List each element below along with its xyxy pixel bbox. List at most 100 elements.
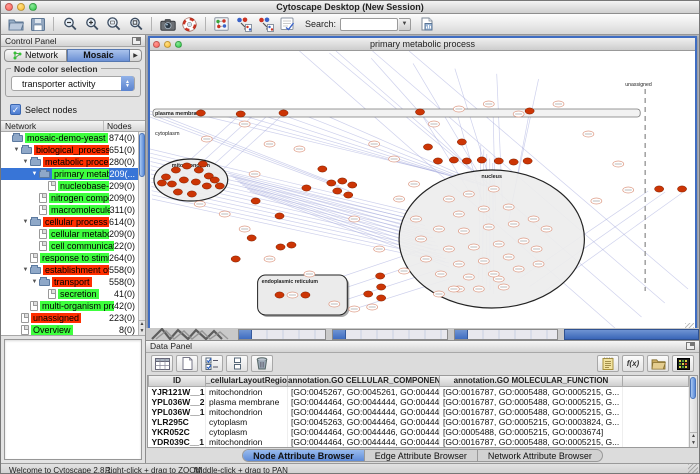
background-window[interactable]: [332, 329, 448, 340]
search-dropdown-button[interactable]: ▼: [399, 18, 411, 31]
tree-item-cellular-metabo[interactable]: cellular metabo209(0): [1, 228, 138, 240]
cell[interactable]: [GO:0016787, GO:0005488, GO:0005215, G..…: [440, 387, 623, 398]
node-attribute-table[interactable]: ID_cellularLayoutRegionannotation.GO CEL…: [148, 376, 689, 448]
column-header-cellularlayoutregion[interactable]: _cellularLayoutRegion: [206, 376, 288, 387]
expand-arrow-icon[interactable]: ▼: [21, 159, 30, 165]
table-scrollbar[interactable]: ▲▼: [689, 376, 697, 448]
attribute-modifier-button[interactable]: [226, 355, 248, 372]
expand-arrow-icon[interactable]: ▼: [21, 219, 30, 225]
background-window-art[interactable]: [150, 328, 240, 340]
table-scrollbar-arrows[interactable]: ▲▼: [690, 432, 697, 447]
tree-item-response-to-stimulu[interactable]: response to stimulu264(0): [1, 252, 138, 264]
tree-item-multi-organism-pro[interactable]: multi-organism pro42(0): [1, 300, 138, 312]
tree-item-biological-process[interactable]: ▼biological_process651(0): [1, 144, 138, 156]
cell[interactable]: [623, 397, 689, 407]
cell[interactable]: [GO:0016787, GO:0005488, GO:0005215, G..…: [440, 407, 623, 417]
network-overview-button[interactable]: [211, 15, 232, 33]
tree-item-metabolic-process[interactable]: ▼metabolic process280(0): [1, 156, 138, 168]
heatmap-button[interactable]: [672, 355, 694, 372]
tree-item-secretion[interactable]: secretion41(0): [1, 288, 138, 300]
unselect-all-attributes-button[interactable]: [176, 355, 198, 372]
tree-item-mosaic-demo-yeast[interactable]: mosaic-demo-yeast874(0): [1, 132, 138, 144]
zoom-selected-button[interactable]: [125, 15, 146, 33]
cell[interactable]: mitochondrion: [206, 387, 288, 398]
node-color-dropdown[interactable]: transporter activity ▲▼: [11, 76, 135, 91]
import-attributes-button[interactable]: [647, 355, 669, 372]
tab-mosaic[interactable]: Mosaic: [67, 49, 130, 62]
cell[interactable]: [GO:0005488, GO:0005215, GO:0003674]: [440, 427, 623, 437]
background-window[interactable]: [454, 329, 558, 340]
tree-header-network[interactable]: Network: [1, 121, 103, 131]
cell[interactable]: YPL036W__1: [149, 407, 206, 417]
column-header-annotation-go-molecular-function[interactable]: annotation.GO MOLECULAR_FUNCTION: [440, 376, 623, 387]
tree-item-nitrogen-compo[interactable]: nitrogen compo209(0): [1, 192, 138, 204]
search-input[interactable]: [340, 18, 398, 31]
cell[interactable]: [GO:0044464, GO:0044444, GO:0044425, G..…: [288, 437, 440, 447]
table-row-ylr295c[interactable]: YLR295Ccytoplasm[GO:0045263, GO:0044464,…: [149, 417, 689, 427]
expand-arrow-icon[interactable]: ▼: [21, 267, 30, 273]
cell[interactable]: mitochondrion: [206, 407, 288, 417]
network-view-window[interactable]: primary metabolic process plasma membran…: [148, 36, 697, 336]
resize-grip-icon[interactable]: [688, 464, 698, 474]
cell[interactable]: [GO:0044464, GO:0044444, GO:0044425, G..…: [288, 407, 440, 417]
select-first-neighbors-button[interactable]: [233, 15, 254, 33]
zoom-in-button[interactable]: [81, 15, 102, 33]
tree-scrollbar[interactable]: ▲▼: [138, 132, 145, 335]
tree-item-establishment-of-lo[interactable]: ▼establishment of lo558(0): [1, 264, 138, 276]
cell[interactable]: [GO:0016787, GO:0005488, GO:0005215, G..…: [440, 437, 623, 447]
network-graph[interactable]: plasma membranecytoplasmmitochondrionnuc…: [150, 51, 695, 333]
cell[interactable]: [GO:0045267, GO:0045261, GO:0044464, G..…: [288, 387, 440, 398]
column-header-id[interactable]: ID: [149, 376, 206, 387]
float-panel-icon[interactable]: [132, 37, 141, 45]
tree-scrollbar-arrows[interactable]: ▲▼: [139, 320, 145, 335]
tab-network-attribute-browser[interactable]: Network Attribute Browser: [478, 450, 602, 461]
cell[interactable]: YJR121W__1: [149, 387, 206, 398]
table-row-ypl036w-1[interactable]: YPL036W__1mitochondrion[GO:0044464, GO:0…: [149, 407, 689, 417]
expand-arrow-icon[interactable]: ▼: [12, 147, 21, 153]
cell[interactable]: plasma membrane: [206, 397, 288, 407]
cell[interactable]: [GO:0044464, GO:0044446, GO:0044444, G..…: [288, 427, 440, 437]
snapshot-button[interactable]: [157, 15, 178, 33]
cell[interactable]: YDR039C__1: [149, 437, 206, 447]
float-panel-icon[interactable]: [686, 342, 695, 350]
cell[interactable]: [623, 407, 689, 417]
tree-item-overview[interactable]: Overview8(0): [1, 324, 138, 336]
cell[interactable]: YKR052C: [149, 427, 206, 437]
function-builder-button[interactable]: f(x): [622, 355, 644, 372]
cell[interactable]: [623, 387, 689, 398]
cell[interactable]: [GO:0016787, GO:0005488, GO:0005215, G..…: [440, 397, 623, 407]
cell[interactable]: [623, 427, 689, 437]
table-row-yjr121w-1[interactable]: YJR121W__1mitochondrion[GO:0045267, GO:0…: [149, 387, 689, 398]
tab-edge-attribute-browser[interactable]: Edge Attribute Browser: [365, 450, 478, 461]
table-row-ydr039c-1[interactable]: YDR039C__1mitochondrion[GO:0044464, GO:0…: [149, 437, 689, 447]
cell[interactable]: [623, 437, 689, 447]
tree-item-transport[interactable]: ▼transport558(0): [1, 276, 138, 288]
column-header-annotation-go-cellular-component[interactable]: annotation.GO CELLULAR_COMPONENT: [288, 376, 440, 387]
background-window[interactable]: [238, 329, 326, 340]
table-row-ykr052c[interactable]: YKR052Ccytoplasm[GO:0044464, GO:0044446,…: [149, 427, 689, 437]
select-attributes-button[interactable]: [201, 355, 223, 372]
table-row-ypl036w-2[interactable]: YPL036W__2plasma membrane[GO:0044464, GO…: [149, 397, 689, 407]
help-button[interactable]: [179, 15, 200, 33]
cell[interactable]: cytoplasm: [206, 417, 288, 427]
tree-item-cell-communicat[interactable]: cell communicat22(0): [1, 240, 138, 252]
zoom-out-button[interactable]: [59, 15, 80, 33]
zoom-fit-button[interactable]: [103, 15, 124, 33]
expand-arrow-icon[interactable]: ▼: [30, 171, 39, 177]
delete-attribute-button[interactable]: [251, 355, 273, 372]
tree-item-nucleobase[interactable]: nucleobase-209(0): [1, 180, 138, 192]
tree-item-cellular-process[interactable]: ▼cellular process614(0): [1, 216, 138, 228]
select-nodes-checkbox[interactable]: ✓: [10, 104, 21, 115]
table-scrollbar-thumb[interactable]: [690, 377, 696, 399]
cell[interactable]: mitochondrion: [206, 437, 288, 447]
copy-view-button[interactable]: [255, 15, 276, 33]
tree-scrollbar-thumb[interactable]: [139, 133, 145, 177]
cell[interactable]: [623, 417, 689, 427]
tree-item-macromolecule[interactable]: macromolecule311(0): [1, 204, 138, 216]
cell[interactable]: cytoplasm: [206, 427, 288, 437]
tree-header-nodes[interactable]: Nodes: [103, 121, 145, 131]
network-canvas[interactable]: plasma membranecytoplasmmitochondrionnuc…: [150, 51, 695, 333]
birds-eye-view[interactable]: [4, 339, 142, 460]
tab-scroll-right-button[interactable]: ▶: [130, 49, 142, 62]
select-all-attributes-button[interactable]: [151, 355, 173, 372]
